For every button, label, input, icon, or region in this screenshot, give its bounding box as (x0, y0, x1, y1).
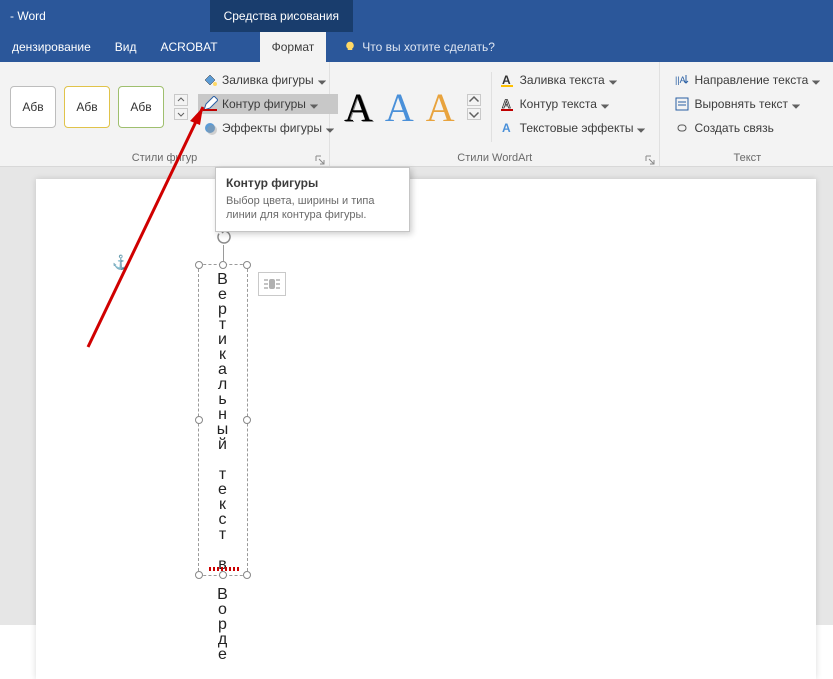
text-outline-icon: A (500, 96, 516, 112)
dialog-launcher[interactable] (315, 152, 325, 162)
tab-format[interactable]: Формат (260, 32, 327, 62)
group-shape-styles: Абв Абв Абв Заливка фигуры Контур фигуры (0, 62, 330, 166)
align-text-button[interactable]: Выровнять текст (670, 94, 824, 114)
tab-review[interactable]: дензирование (0, 32, 103, 62)
text-outline-button[interactable]: A Контур текста (496, 94, 650, 114)
gallery-more-button[interactable] (174, 94, 190, 120)
ribbon-tabs: дензирование Вид ACROBAT Формат Что вы х… (0, 32, 833, 62)
page[interactable] (36, 179, 816, 679)
shape-style-thumb[interactable]: Абв (10, 86, 56, 128)
tell-me-placeholder: Что вы хотите сделать? (362, 40, 495, 54)
lightbulb-icon (344, 41, 356, 53)
group-label: Текст (660, 152, 833, 164)
shape-outline-button[interactable]: Контур фигуры (198, 94, 338, 114)
resize-handle[interactable] (243, 571, 251, 579)
layout-options-button[interactable] (258, 272, 286, 296)
text-fill-button[interactable]: A Заливка текста (496, 70, 650, 90)
text-direction-icon: ||A (674, 72, 690, 88)
app-title: - Word (0, 0, 56, 32)
document-area[interactable] (0, 167, 833, 625)
textbox-shape[interactable]: Вертикальный текст в Ворде (198, 264, 248, 576)
tooltip-shape-outline: Контур фигуры Выбор цвета, ширины и типа… (215, 167, 410, 232)
chevron-down-icon (318, 76, 326, 84)
resize-handle[interactable] (195, 416, 203, 424)
wordart-thumb[interactable]: A (426, 84, 455, 131)
shape-style-thumb[interactable]: Абв (118, 86, 164, 128)
resize-handle[interactable] (219, 261, 227, 269)
paint-bucket-icon (202, 72, 218, 88)
resize-handle[interactable] (243, 261, 251, 269)
svg-text:A: A (502, 73, 511, 87)
text-effects-button[interactable]: A Текстовые эффекты (496, 118, 650, 138)
textbox-content[interactable]: Вертикальный текст в Ворде (213, 271, 231, 661)
contextual-tab-drawing-tools[interactable]: Средства рисования (210, 0, 353, 32)
group-label: Стили WordArt (330, 152, 659, 164)
tab-acrobat[interactable]: ACROBAT (149, 32, 230, 62)
shape-style-thumb[interactable]: Абв (64, 86, 110, 128)
create-link-button[interactable]: Создать связь (670, 118, 824, 138)
gallery-more-button[interactable] (467, 94, 483, 120)
chevron-down-icon (792, 100, 800, 108)
svg-text:A: A (502, 121, 511, 135)
tab-view[interactable]: Вид (103, 32, 149, 62)
text-fill-icon: A (500, 72, 516, 88)
group-text: ||A Направление текста Выровнять текст С… (660, 62, 833, 166)
title-bar: - Word Средства рисования (0, 0, 833, 32)
layout-options-icon (263, 277, 281, 291)
align-text-icon (674, 96, 690, 112)
chevron-down-icon (609, 76, 617, 84)
tooltip-body: Выбор цвета, ширины и типа линии для кон… (226, 194, 399, 223)
spellcheck-squiggle (209, 567, 239, 571)
shape-fill-button[interactable]: Заливка фигуры (198, 70, 338, 90)
text-effects-icon: A (500, 120, 516, 136)
chevron-down-icon (637, 124, 645, 132)
resize-handle[interactable] (195, 571, 203, 579)
svg-text:||A: ||A (675, 75, 686, 85)
link-icon (674, 120, 690, 136)
svg-text:A: A (502, 97, 511, 111)
resize-handle[interactable] (243, 416, 251, 424)
shape-style-gallery[interactable]: Абв Абв Абв (6, 66, 194, 148)
wordart-gallery[interactable]: A A A (336, 66, 491, 148)
chevron-down-icon (812, 76, 820, 84)
text-direction-button[interactable]: ||A Направление текста (670, 70, 824, 90)
tooltip-title: Контур фигуры (226, 176, 399, 190)
tell-me-search[interactable]: Что вы хотите сделать? (326, 32, 495, 62)
resize-handle[interactable] (195, 261, 203, 269)
wordart-thumb[interactable]: A (385, 84, 414, 131)
ribbon: Абв Абв Абв Заливка фигуры Контур фигуры (0, 62, 833, 167)
group-label: Стили фигур (0, 152, 329, 164)
anchor-icon: ⚓ (112, 254, 129, 271)
group-wordart-styles: A A A A Заливка текста A Контур текста (330, 62, 660, 166)
pen-outline-icon (202, 96, 218, 112)
effects-icon (202, 120, 218, 136)
chevron-down-icon (310, 100, 318, 108)
wordart-thumb[interactable]: A (344, 84, 373, 131)
dialog-launcher[interactable] (645, 152, 655, 162)
chevron-down-icon (601, 100, 609, 108)
shape-effects-button[interactable]: Эффекты фигуры (198, 118, 338, 138)
